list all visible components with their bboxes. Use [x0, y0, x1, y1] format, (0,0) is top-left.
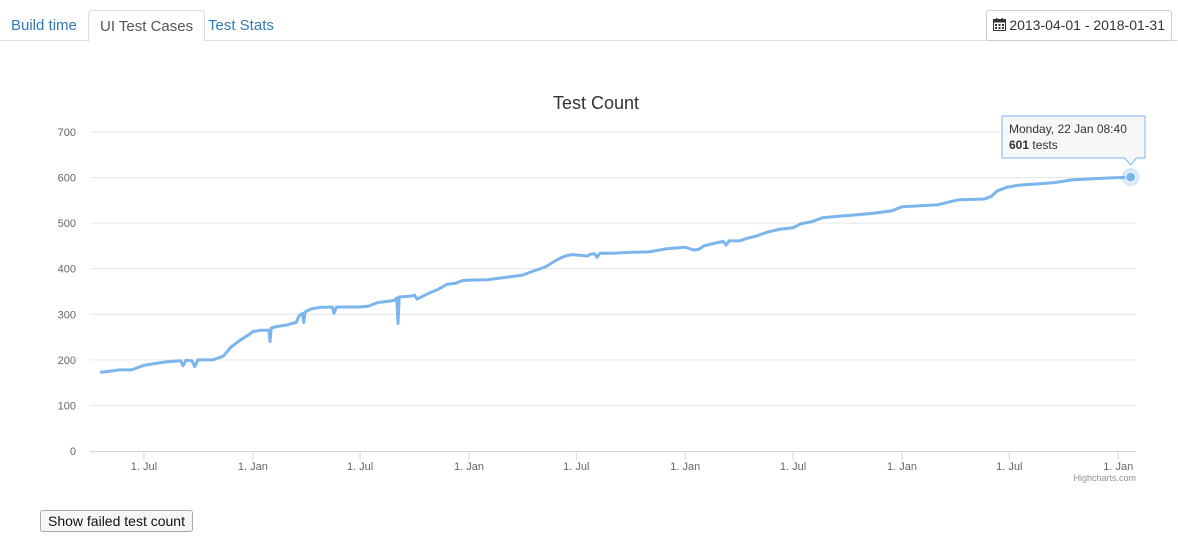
y-tick-label: 300 — [58, 309, 76, 321]
tab-ui-test-cases[interactable]: UI Test Cases — [88, 10, 206, 42]
y-tick-label: 500 — [58, 218, 76, 230]
y-tick-label: 400 — [58, 264, 76, 276]
x-axis: 1. Jul 1. Jan 1. Jul 1. Jan 1. Jul 1. Jan 1. J… — [90, 451, 1136, 473]
x-tick-label: 1. Jan — [887, 461, 917, 473]
tab-build-time[interactable]: Build time — [0, 10, 88, 41]
x-tick-label: 1. Jul — [131, 461, 157, 473]
y-axis: 0 100 200 300 400 500 600 700 — [58, 127, 76, 458]
date-range-label: 2013-04-01 - 2018-01-31 — [1009, 17, 1165, 33]
y-tick-label: 100 — [58, 400, 76, 412]
chart-title: Test Count — [553, 93, 639, 113]
y-tick-label: 200 — [58, 355, 76, 367]
x-tick-label: 1. Jan — [1103, 461, 1133, 473]
x-tick-label: 1. Jan — [454, 461, 484, 473]
y-tick-label: 0 — [70, 446, 76, 458]
hover-point — [1125, 171, 1137, 183]
calendar-icon — [993, 12, 1007, 41]
test-count-chart: Test Count 0 100 200 300 400 500 600 700 1. Jul… — [58, 93, 1146, 483]
y-tick-label: 700 — [58, 127, 76, 139]
tab-test-stats[interactable]: Test Stats — [197, 10, 285, 41]
tooltip-date: Monday, 22 Jan 08:40 — [1009, 122, 1127, 136]
tooltip-value: 601 tests — [1009, 138, 1058, 152]
tooltip: Monday, 22 Jan 08:40 601 tests — [1001, 115, 1146, 187]
x-tick-label: 1. Jan — [238, 461, 268, 473]
x-tick-label: 1. Jul — [347, 461, 373, 473]
chart-gridlines — [90, 131, 1136, 406]
y-tick-label: 600 — [58, 173, 76, 185]
x-tick-label: 1. Jul — [780, 461, 806, 473]
date-range-picker[interactable]: 2013-04-01 - 2018-01-31 — [986, 10, 1172, 41]
tab-bar: Build time UI Test Cases Test Stats 2013… — [0, 0, 1178, 42]
series-line — [99, 175, 1133, 374]
x-tick-label: 1. Jul — [563, 461, 589, 473]
x-tick-label: 1. Jul — [996, 461, 1022, 473]
x-tick-label: 1. Jan — [670, 461, 700, 473]
chart-credits[interactable]: Highcharts.com — [1073, 473, 1136, 483]
series-group — [99, 175, 1133, 374]
show-failed-test-count-button[interactable]: Show failed test count — [40, 510, 193, 532]
